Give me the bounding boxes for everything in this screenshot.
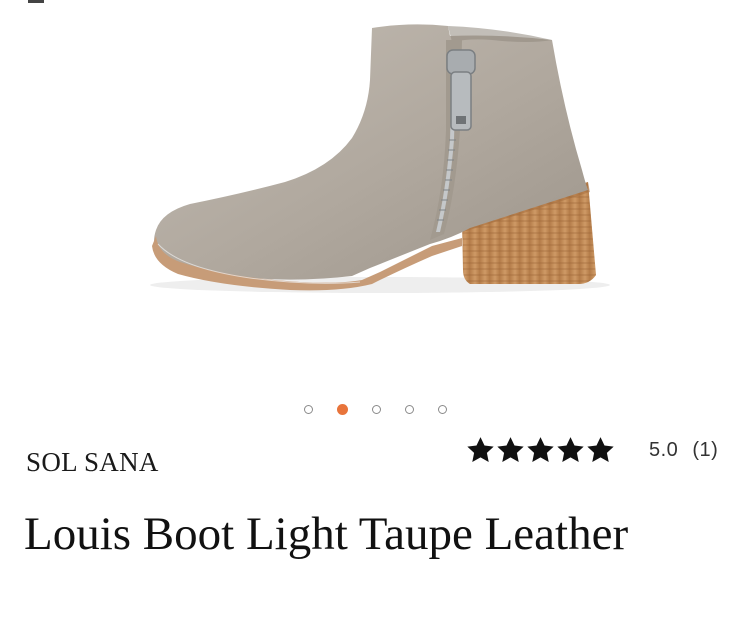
carousel-pagination [0, 401, 750, 417]
star-icon [526, 436, 555, 464]
star-icon [586, 436, 615, 464]
review-count[interactable]: (1) [692, 439, 718, 462]
carousel-dot-5[interactable] [437, 404, 447, 414]
carousel-dot-1[interactable] [303, 404, 313, 414]
rating-score: 5.0 [649, 438, 679, 461]
product-rating[interactable]: 5.0 (1) [466, 436, 718, 464]
product-image[interactable] [0, 0, 750, 390]
rating-stars [466, 436, 615, 464]
star-icon [556, 436, 585, 464]
product-image-gallery[interactable] [0, 0, 750, 390]
carousel-dot-4[interactable] [404, 404, 414, 414]
star-icon [496, 436, 525, 464]
carousel-dot-2-active[interactable] [336, 403, 348, 415]
star-icon [466, 436, 495, 464]
carousel-dot-3[interactable] [371, 404, 381, 414]
product-brand[interactable]: SOL SANA [26, 447, 159, 478]
product-title: Louis Boot Light Taupe Leather [24, 508, 629, 560]
